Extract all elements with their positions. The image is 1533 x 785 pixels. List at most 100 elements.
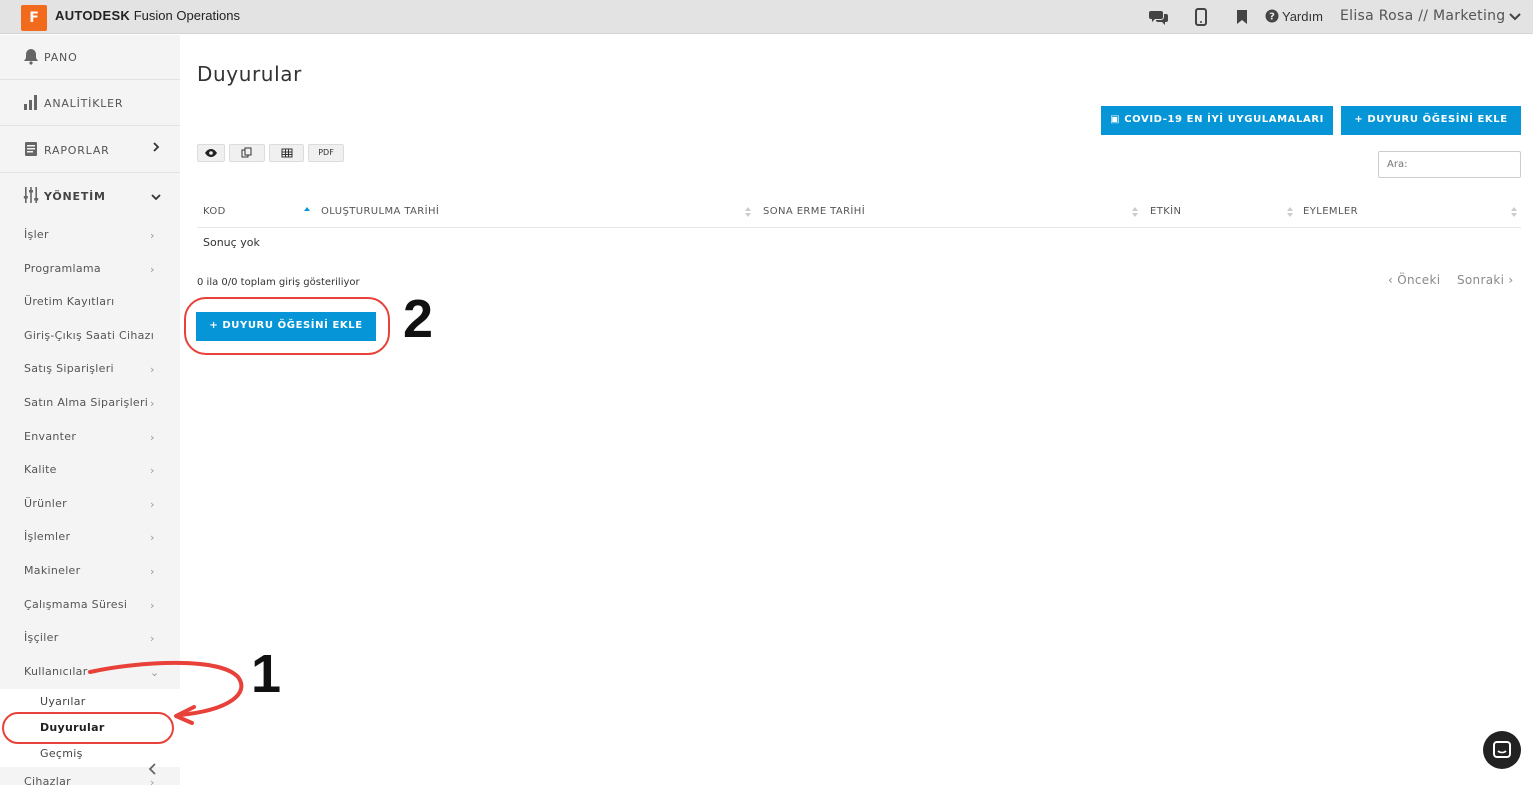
sidebar-item-analitikler[interactable]: ANALİTİKLER (0, 83, 180, 123)
sidebar-item-label: Cihazlar (24, 775, 71, 785)
column-header-sona-erme[interactable]: SONA ERME TARİHİ (763, 206, 865, 217)
button-label: COVID-19 EN İYİ UYGULAMALARI (1124, 114, 1324, 125)
page-title: Duyurular (197, 62, 302, 86)
help-icon[interactable]: ? (1265, 9, 1279, 23)
sidebar-item-label: Kalite (24, 463, 57, 476)
divider (0, 79, 180, 80)
sidebar-item-label: Envanter (24, 430, 77, 443)
sidebar-item-label: İşler (24, 228, 49, 241)
chevron-right-icon: › (150, 431, 155, 444)
sidebar-item-label: PANO (44, 51, 78, 64)
sidebar-item-label: Kullanıcılar (24, 665, 88, 678)
report-icon (25, 142, 37, 156)
chat-icon[interactable] (1149, 7, 1169, 27)
support-chat-button[interactable] (1483, 731, 1521, 769)
next-page-button[interactable]: Sonraki › (1457, 273, 1513, 287)
chevron-down-icon[interactable] (1508, 10, 1522, 24)
sidebar-item-cihazlar[interactable]: Cihazlar › (24, 775, 174, 785)
eye-icon (205, 149, 217, 157)
search-input[interactable] (1378, 151, 1521, 178)
sidebar-item-envanter[interactable]: Envanter › (24, 430, 174, 444)
bookmark-icon[interactable] (1232, 7, 1252, 27)
divider (0, 172, 180, 173)
sidebar-item-programlama[interactable]: Programlama › (24, 262, 174, 276)
sidebar-item-pano[interactable]: PANO (0, 37, 180, 77)
plus-icon: + (1354, 114, 1368, 125)
column-header-eylemler[interactable]: EYLEMLER (1303, 206, 1358, 217)
sidebar-item-makineler[interactable]: Makineler › (24, 564, 174, 578)
help-link[interactable]: Yardım (1282, 9, 1323, 24)
submenu-item-gecmis[interactable]: Geçmiş (40, 747, 83, 760)
sidebar-item-uretim-kayitlari[interactable]: Üretim Kayıtları (24, 295, 174, 308)
sidebar-item-satin-alma[interactable]: Satın Alma Siparişleri › (24, 396, 174, 410)
sidebar-item-yonetim[interactable]: YÖNETİM (0, 176, 180, 216)
sidebar-item-label: İşçiler (24, 631, 59, 644)
chevron-right-icon: › (150, 263, 155, 276)
chevron-right-icon: › (150, 397, 155, 410)
table-info: 0 ila 0/0 toplam giriş gösteriliyor (197, 277, 360, 288)
view-toggle-button[interactable] (197, 144, 225, 162)
sidebar-item-label: ANALİTİKLER (44, 97, 124, 110)
button-label: DUYURU ÖĞESİNİ EKLE (1367, 114, 1508, 125)
column-header-olusturulma[interactable]: OLUŞTURULMA TARİHİ (321, 206, 439, 217)
sidebar-item-label: Makineler (24, 564, 81, 577)
sidebar-item-label: Çalışmama Süresi (24, 598, 128, 611)
sidebar-item-urunler[interactable]: Ürünler › (24, 497, 174, 511)
brand-title: AUTODESK Fusion Operations (55, 8, 240, 23)
sidebar-item-isciler[interactable]: İşçiler › (24, 631, 174, 645)
chat-bubble-icon (1493, 741, 1511, 758)
chevron-right-icon (153, 142, 160, 152)
annotation-number: 1 (251, 644, 282, 704)
sidebar-item-giris-cikis[interactable]: Giriş-Çıkış Saati Cihazı (24, 329, 174, 342)
sidebar-item-label: Satış Siparişleri (24, 362, 114, 375)
chevron-right-icon: › (150, 464, 155, 477)
sidebar-item-islemler[interactable]: İşlemler › (24, 530, 174, 544)
divider (0, 125, 180, 126)
column-header-kod[interactable]: KOD (203, 206, 226, 217)
empty-table-message: Sonuç yok (203, 236, 260, 249)
add-announcement-top-button[interactable]: + DUYURU ÖĞESİNİ EKLE (1341, 106, 1521, 135)
chevron-right-icon: › (150, 776, 155, 785)
table-divider (197, 227, 1521, 228)
bell-icon (24, 49, 38, 65)
csv-export-button[interactable] (269, 144, 304, 162)
column-header-etkin[interactable]: ETKİN (1150, 206, 1181, 217)
fusion-logo[interactable]: F (21, 5, 47, 31)
sort-icon[interactable] (1286, 205, 1294, 219)
sidebar-item-raporlar[interactable]: RAPORLAR (0, 130, 180, 170)
previous-page-button[interactable]: ‹ Önceki (1388, 273, 1440, 287)
annotation-number: 2 (403, 289, 434, 349)
sort-asc-icon[interactable] (303, 205, 311, 219)
collapse-sidebar-icon[interactable] (146, 762, 160, 776)
mobile-icon[interactable] (1191, 7, 1211, 27)
sort-icon[interactable] (744, 205, 752, 219)
covid-best-practices-button[interactable]: ▣ COVID-19 EN İYİ UYGULAMALARI (1101, 106, 1333, 135)
table-icon (281, 148, 292, 158)
sidebar-item-label: Giriş-Çıkış Saati Cihazı (24, 329, 155, 342)
sidebar-item-label: Programlama (24, 262, 101, 275)
sidebar-item-label: RAPORLAR (44, 144, 110, 157)
top-bar: F AUTODESK Fusion Operations ? Yardım El… (0, 0, 1533, 34)
copy-icon (241, 147, 252, 158)
sidebar-item-label: Ürünler (24, 497, 67, 510)
sort-icon[interactable] (1510, 205, 1518, 219)
sidebar-item-label: Üretim Kayıtları (24, 295, 115, 308)
chevron-right-icon: › (150, 363, 155, 376)
sidebar-item-label: İşlemler (24, 530, 71, 543)
svg-text:?: ? (1269, 12, 1275, 23)
sliders-icon (23, 187, 39, 203)
sidebar-item-satis-siparisleri[interactable]: Satış Siparişleri › (24, 362, 174, 376)
chevron-right-icon: › (150, 229, 155, 242)
sidebar-item-calismama-suresi[interactable]: Çalışmama Süresi › (24, 598, 174, 612)
chevron-right-icon: › (150, 632, 155, 645)
sidebar-item-isler[interactable]: İşler › (24, 228, 174, 242)
submenu-item-uyarilar[interactable]: Uyarılar (40, 695, 86, 708)
pdf-export-button[interactable]: PDF (308, 144, 344, 162)
sidebar-item-label: YÖNETİM (44, 190, 106, 203)
sort-icon[interactable] (1131, 205, 1139, 219)
plus-square-icon: ▣ (1110, 114, 1125, 125)
user-menu[interactable]: Elisa Rosa // Marketing (1340, 8, 1506, 24)
sidebar-item-kalite[interactable]: Kalite › (24, 463, 174, 477)
copy-button[interactable] (229, 144, 265, 162)
chevron-right-icon: › (150, 599, 155, 612)
